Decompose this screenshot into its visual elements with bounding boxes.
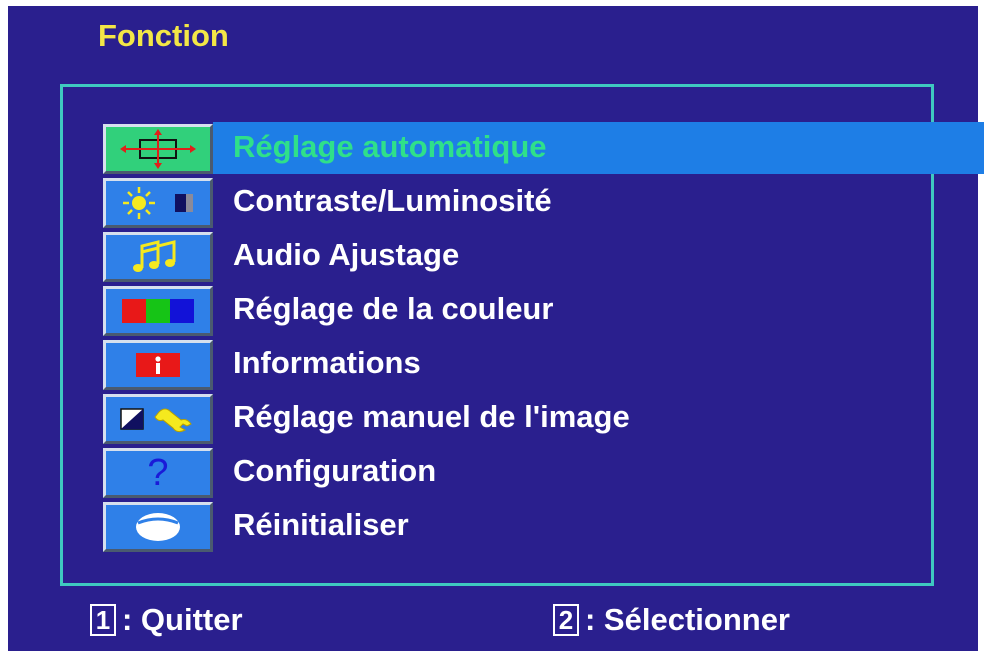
menu-item-label: Réinitialiser bbox=[233, 507, 409, 542]
key-1-badge: 1 bbox=[90, 604, 116, 636]
menu-item-reset[interactable]: Réinitialiser bbox=[103, 502, 903, 554]
menu-item-color[interactable]: Réglage de la couleur bbox=[103, 286, 903, 338]
menu-item-contrast-brightness[interactable]: Contraste/Luminosité bbox=[103, 178, 903, 230]
menu-title: Fonction bbox=[98, 18, 229, 53]
select-label: : Sélectionner bbox=[585, 602, 790, 637]
key-2-badge: 2 bbox=[553, 604, 579, 636]
menu-item-audio[interactable]: Audio Ajustage bbox=[103, 232, 903, 284]
rgb-color-icon bbox=[103, 286, 213, 336]
menu-item-configuration[interactable]: ? Configuration bbox=[103, 448, 903, 500]
menu-item-label: Configuration bbox=[233, 453, 437, 488]
menu-item-auto-adjust[interactable]: Réglage automatique bbox=[103, 122, 984, 176]
quit-hint[interactable]: 1 : Quitter bbox=[90, 602, 243, 638]
reset-icon bbox=[103, 502, 213, 552]
menu-item-manual-image[interactable]: Réglage manuel de l'image bbox=[103, 394, 903, 446]
quit-label: : Quitter bbox=[122, 602, 243, 637]
manual-image-wrench-icon bbox=[103, 394, 213, 444]
menu-item-label: Audio Ajustage bbox=[233, 237, 460, 272]
menu-item-label: Informations bbox=[233, 345, 421, 380]
osd-main-menu: Fonction Réglage automatique Contraste/L… bbox=[8, 6, 984, 651]
menu-item-label: Réglage automatique bbox=[233, 129, 547, 164]
brightness-contrast-icon bbox=[103, 178, 213, 228]
menu-item-label: Contraste/Luminosité bbox=[233, 183, 552, 218]
select-hint[interactable]: 2 : Sélectionner bbox=[553, 602, 790, 638]
question-mark-icon: ? bbox=[103, 448, 213, 498]
music-notes-icon bbox=[103, 232, 213, 282]
menu-item-information[interactable]: Informations bbox=[103, 340, 903, 392]
menu-item-label: Réglage de la couleur bbox=[233, 291, 554, 326]
auto-adjust-icon bbox=[103, 124, 213, 174]
menu-item-label: Réglage manuel de l'image bbox=[233, 399, 630, 434]
info-icon bbox=[103, 340, 213, 390]
